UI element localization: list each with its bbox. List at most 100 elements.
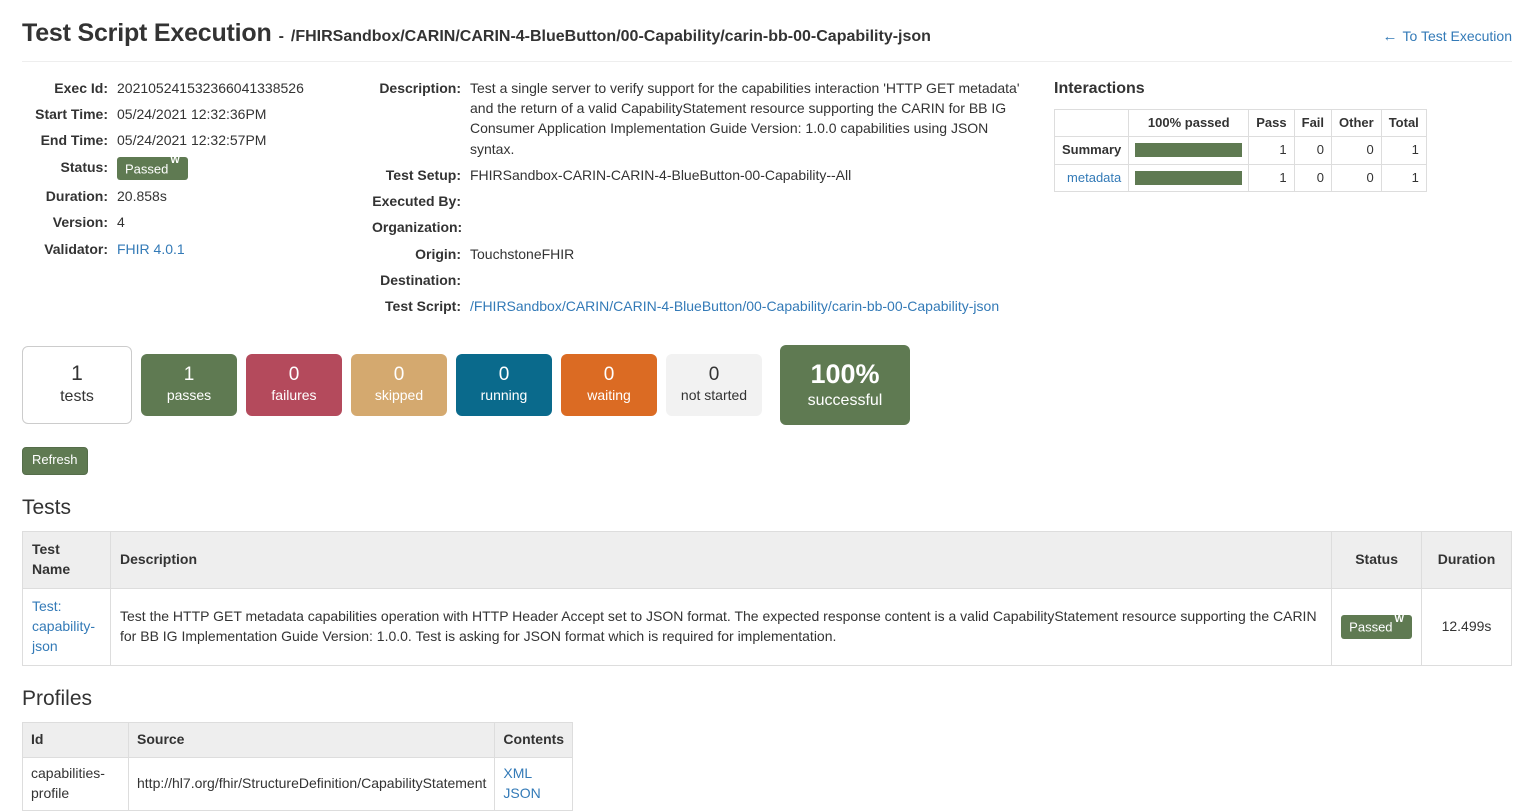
stat-tests-count: 1: [71, 362, 83, 386]
to-test-execution-label: To Test Execution: [1402, 27, 1512, 44]
profile-id-cell: capabilities-profile: [22, 757, 129, 811]
stat-waiting-label: waiting: [587, 387, 631, 404]
interactions-col-other: Other: [1331, 108, 1382, 138]
test-script-value: /FHIRSandbox/CARIN/CARIN-4-BlueButton/00…: [470, 296, 1032, 316]
table-row: capabilities-profile http://hl7.org/fhir…: [22, 757, 574, 811]
stat-successful-percent: 100%: [810, 358, 880, 389]
stat-box-tests[interactable]: 1 tests: [22, 346, 132, 424]
destination-label: Destination:: [380, 272, 461, 289]
interactions-column: Interactions 100% passed Pass Fail Other…: [1032, 78, 1512, 193]
end-time-value: 05/24/2021 12:32:57PM: [117, 132, 267, 149]
arrow-left-icon: ←: [1382, 28, 1398, 45]
field-test-script: Test Script: /FHIRSandbox/CARIN/CARIN-4-…: [372, 296, 1032, 316]
stat-failures-count: 0: [288, 363, 300, 385]
stat-running-label: running: [480, 387, 528, 404]
stat-waiting-count: 0: [603, 363, 615, 385]
field-test-setup: Test Setup: FHIRSandbox-CARIN-CARIN-4-Bl…: [372, 165, 1032, 185]
origin-value: TouchstoneFHIR: [470, 245, 575, 262]
test-script-label: Test Script:: [385, 298, 461, 315]
tests-thead: Test Name Description Status Duration: [22, 531, 1512, 590]
page-header: Test Script Execution - /FHIRSandbox/CAR…: [22, 0, 1512, 62]
interactions-table: 100% passed Pass Fail Other Total Summar…: [1053, 108, 1427, 193]
interactions-row-fail: 0: [1293, 136, 1333, 165]
tests-tbody: Test: capability-json Test the HTTP GET …: [22, 588, 1512, 667]
script-details-list: Description: Test a single server to ver…: [372, 78, 1032, 317]
tests-header-row: Test Name Description Status Duration: [22, 531, 1512, 590]
interactions-row-other: 0: [1331, 136, 1382, 165]
interactions-row-pass: 1: [1248, 163, 1295, 193]
interactions-row-total: 1: [1380, 163, 1427, 193]
duration-label: Duration:: [45, 187, 108, 204]
interactions-col-blank: [1054, 109, 1130, 138]
to-test-execution-link[interactable]: ← To Test Execution: [1383, 27, 1512, 47]
page-title-script-path: /FHIRSandbox/CARIN/CARIN-4-BlueButton/00…: [290, 28, 931, 45]
interactions-row-total: 1: [1380, 136, 1427, 165]
stat-tests-label: tests: [60, 388, 94, 406]
exec-id-label: Exec Id:: [54, 79, 108, 96]
field-validator: Validator: FHIR 4.0.1: [22, 239, 372, 259]
stat-passes-label: passes: [166, 387, 212, 404]
interactions-col-total: Total: [1380, 108, 1427, 138]
execution-details-column: Exec Id: 202105241532366041338526 Start …: [22, 78, 372, 265]
organization-label: Organization:: [372, 219, 463, 236]
table-row: Test: capability-json Test the HTTP GET …: [22, 588, 1512, 667]
status-badge: PassedW: [117, 155, 188, 180]
stat-box-skipped[interactable]: 0 skipped: [351, 353, 447, 417]
status-badge-text: Passed: [1349, 619, 1393, 635]
test-name-cell: Test: capability-json: [22, 588, 111, 667]
duration-value: 20.858s: [117, 187, 167, 204]
start-time-value: 05/24/2021 12:32:36PM: [117, 106, 267, 122]
refresh-button[interactable]: Refresh: [22, 447, 88, 476]
test-duration-cell: 12.499s: [1421, 588, 1512, 667]
interactions-heading: Interactions: [1054, 79, 1145, 97]
table-row: metadata 1 0 0 1: [1053, 163, 1427, 193]
profiles-tbody: capabilities-profile http://hl7.org/fhir…: [22, 757, 574, 811]
tests-col-description: Description: [109, 531, 1333, 590]
interactions-header-row: 100% passed Pass Fail Other Total: [1054, 108, 1427, 138]
tests-col-status: Status: [1331, 531, 1422, 590]
stat-box-passes[interactable]: 1 passes: [141, 353, 237, 417]
interaction-metadata-link[interactable]: metadata: [1067, 170, 1121, 185]
test-setup-value: FHIRSandbox-CARIN-CARIN-4-BlueButton-00-…: [470, 166, 852, 183]
field-status: Status: PassedW: [22, 155, 372, 180]
test-setup-label: Test Setup:: [385, 166, 461, 183]
field-exec-id: Exec Id: 202105241532366041338526: [22, 78, 372, 98]
stats-row: 1 tests 1 passes 0 failures 0 skipped 0 …: [22, 344, 1512, 426]
stat-failures-label: failures: [271, 387, 317, 404]
status-badge-sup: W: [1394, 613, 1404, 625]
stat-box-waiting[interactable]: 0 waiting: [561, 353, 657, 417]
interactions-row-name: Summary: [1053, 136, 1130, 165]
test-description-cell: Test the HTTP GET metadata capabilities …: [109, 588, 1333, 667]
description-value: Test a single server to verify support f…: [470, 79, 1020, 157]
validator-link[interactable]: FHIR 4.0.1: [117, 241, 185, 257]
profile-source-cell: http://hl7.org/fhir/StructureDefinition/…: [127, 757, 496, 811]
field-duration: Duration: 20.858s: [22, 186, 372, 206]
stat-box-not-started[interactable]: 0 not started: [666, 353, 762, 417]
field-origin: Origin: TouchstoneFHIR: [372, 244, 1032, 264]
exec-id-value: 202105241532366041338526: [117, 79, 304, 96]
status-badge-sup: W: [170, 155, 180, 167]
end-time-label: End Time:: [40, 132, 108, 149]
field-start-time: Start Time: 05/24/2021 12:32:36PM: [22, 104, 372, 124]
progress-bar: [1135, 170, 1243, 185]
stat-box-successful[interactable]: 100% successful: [780, 344, 910, 426]
interactions-tbody: Summary 1 0 0 1 metadata 1 0 0 1: [1053, 136, 1427, 193]
page-title-text: Test Script Execution: [22, 19, 272, 47]
test-name-link[interactable]: Test: capability-json: [32, 598, 95, 654]
profile-json-link[interactable]: JSON: [503, 785, 540, 801]
field-version: Version: 4: [22, 212, 372, 232]
stat-skipped-label: skipped: [374, 387, 424, 404]
profiles-header-row: Id Source Contents: [22, 722, 574, 759]
execution-details-list: Exec Id: 202105241532366041338526 Start …: [22, 78, 372, 259]
interactions-row-other: 0: [1331, 163, 1382, 193]
version-value: 4: [117, 214, 125, 231]
interactions-row-fail: 0: [1293, 163, 1333, 193]
stat-box-running[interactable]: 0 running: [456, 353, 552, 417]
stat-box-failures[interactable]: 0 failures: [246, 353, 342, 417]
script-details-column: Description: Test a single server to ver…: [372, 78, 1032, 323]
profile-xml-link[interactable]: XML: [503, 765, 532, 781]
start-time-label: Start Time:: [35, 106, 108, 122]
profile-contents-cell: XML JSON: [494, 757, 574, 811]
description-label: Description:: [379, 79, 461, 96]
test-script-link[interactable]: /FHIRSandbox/CARIN/CARIN-4-BlueButton/00…: [470, 298, 999, 314]
